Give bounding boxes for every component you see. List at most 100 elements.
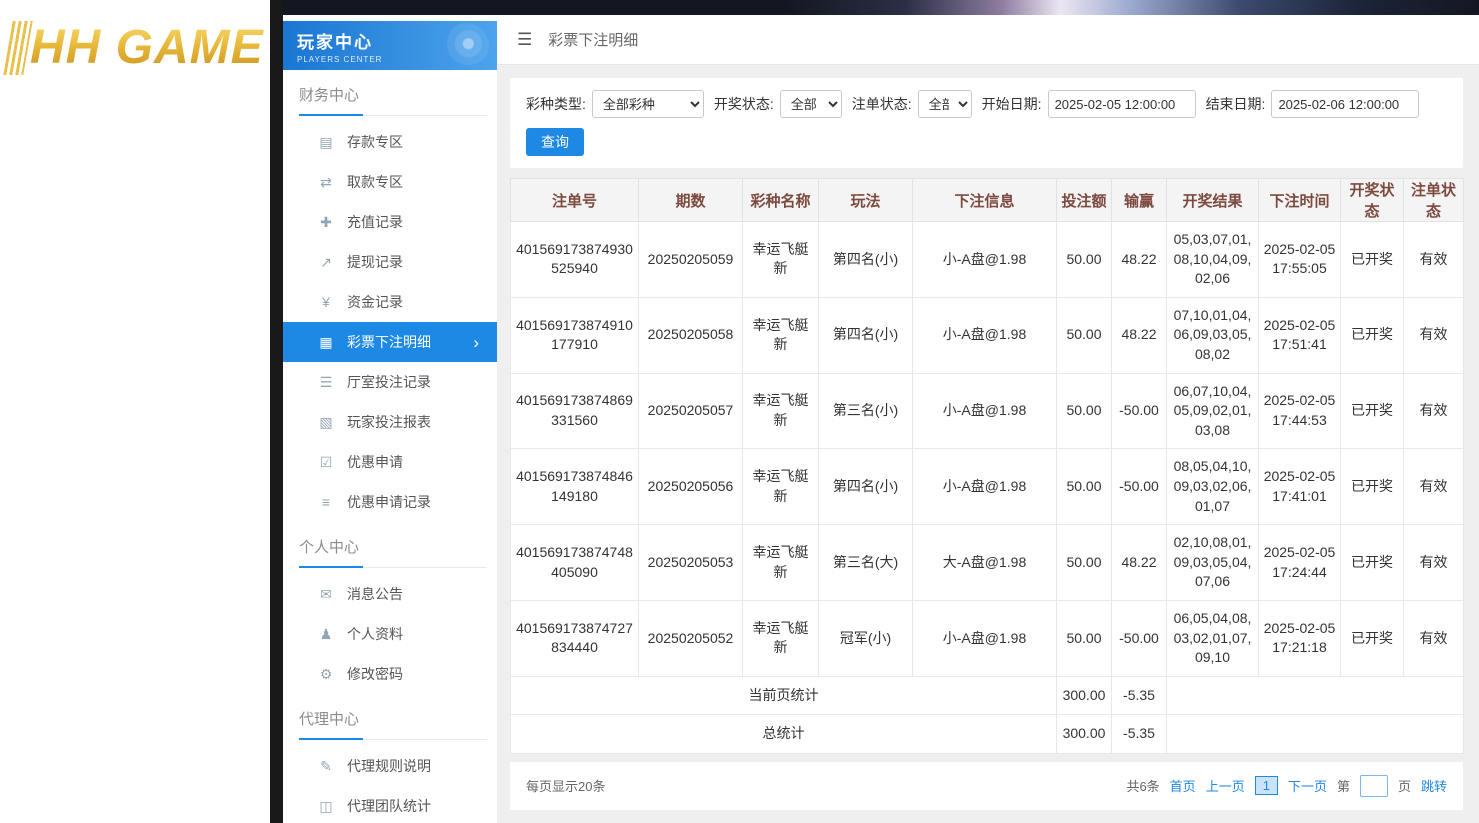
sidebar-item[interactable]: 提现记录: [283, 242, 497, 282]
sidebar-item[interactable]: 代理团队统计: [283, 786, 497, 823]
sidebar-section-personal: 个人中心 消息公告 个人资料: [283, 536, 497, 694]
cell-lottery-name: 幸运飞艇新: [743, 222, 819, 298]
bet-status-select[interactable]: 全部: [918, 90, 972, 118]
cell-bet-no: 401569173874748405090: [511, 525, 639, 601]
top-banner: [283, 0, 1479, 15]
sidebar-item[interactable]: 取款专区: [283, 162, 497, 202]
filter-panel: 彩种类型: 全部彩种 开奖状态: 全部 注单状态: 全部 开始日期: 结束日期:: [510, 78, 1463, 168]
column-header: 下注时间: [1259, 179, 1341, 222]
column-header: 注单状态: [1404, 179, 1464, 222]
bell-icon: [317, 586, 335, 603]
table-row: 401569173874846149180 20250205056 幸运飞艇新 …: [511, 449, 1464, 525]
cell-bet-no: 401569173874846149180: [511, 449, 639, 525]
start-date-label: 开始日期:: [982, 94, 1042, 114]
hamburger-menu-icon[interactable]: [517, 30, 532, 50]
cell-bet-time: 2025-02-05 17:51:41: [1259, 297, 1341, 373]
sidebar-item[interactable]: 存款专区: [283, 122, 497, 162]
sidebar: 玩家中心 PLAYERS CENTER 财务中心 存款专区 取款专区: [283, 15, 497, 823]
deposit-icon: [317, 134, 335, 151]
cell-bet-no: 401569173874910177910: [511, 297, 639, 373]
cell-bet-info: 小-A盘@1.98: [913, 600, 1057, 676]
total-count: 共6条: [1126, 776, 1159, 795]
sidebar-item[interactable]: 修改密码: [283, 654, 497, 694]
sidebar-item-label: 存款专区: [347, 132, 403, 152]
column-header: 下注信息: [913, 179, 1057, 222]
prev-page-link[interactable]: 上一页: [1206, 776, 1245, 795]
sidebar-menu: 存款专区 取款专区 充值记录: [283, 122, 497, 522]
table-row: 401569173874910177910 20250205058 幸运飞艇新 …: [511, 297, 1464, 373]
column-header: 注单号: [511, 179, 639, 222]
cell-bet-status: 有效: [1404, 222, 1464, 298]
cell-bet-status: 有效: [1404, 373, 1464, 449]
sidebar-section-label: 代理中心: [299, 708, 487, 740]
sidebar-item[interactable]: 代理规则说明: [283, 746, 497, 786]
cell-draw-status: 已开奖: [1341, 449, 1404, 525]
start-date-input[interactable]: [1048, 90, 1196, 118]
sidebar-item[interactable]: 优惠申请记录: [283, 482, 497, 522]
first-page-link[interactable]: 首页: [1170, 776, 1196, 795]
cell-draw-status: 已开奖: [1341, 600, 1404, 676]
cell-bet-info: 小-A盘@1.98: [913, 297, 1057, 373]
lottery-type-label: 彩种类型:: [526, 94, 586, 114]
logo-text: HH GAME: [30, 20, 264, 75]
cell-play-type: 第四名(小): [819, 222, 913, 298]
table-head: 注单号期数彩种名称玩法下注信息投注额输赢开奖结果下注时间开奖状态注单状态: [511, 179, 1464, 222]
table-row: 401569173874727834440 20250205052 幸运飞艇新 …: [511, 600, 1464, 676]
summary-bet-amount: 300.00: [1057, 715, 1112, 754]
page-background-strip: [270, 0, 283, 823]
jump-link[interactable]: 跳转: [1421, 776, 1447, 795]
cell-draw-status: 已开奖: [1341, 373, 1404, 449]
draw-status-select[interactable]: 全部: [780, 90, 842, 118]
report-icon: [317, 414, 335, 431]
sidebar-item[interactable]: 厅室投注记录: [283, 362, 497, 402]
sidebar-item[interactable]: 彩票下注明细: [283, 322, 497, 362]
lottery-type-select[interactable]: 全部彩种: [592, 90, 704, 118]
sidebar-item[interactable]: 充值记录: [283, 202, 497, 242]
logo-stripes-decoration: [3, 21, 33, 75]
table-row: 401569173874869331560 20250205057 幸运飞艇新 …: [511, 373, 1464, 449]
filter-actions: 查询: [526, 128, 1447, 156]
sidebar-item-label: 资金记录: [347, 292, 403, 312]
summary-row-current-page: 当前页统计 300.00 -5.35: [511, 676, 1464, 715]
cell-win-loss: 48.22: [1112, 297, 1167, 373]
end-date-input[interactable]: [1271, 90, 1419, 118]
sidebar-item[interactable]: 资金记录: [283, 282, 497, 322]
decorative-circles: [443, 23, 489, 69]
pagination-bar: 每页显示20条 共6条 首页 上一页 1 下一页 第 页 跳转: [510, 762, 1463, 810]
end-date-label: 结束日期:: [1206, 94, 1266, 114]
sidebar-item[interactable]: 玩家投注报表: [283, 402, 497, 442]
column-header: 期数: [639, 179, 743, 222]
cell-bet-amount: 50.00: [1057, 600, 1112, 676]
draw-status-label: 开奖状态:: [714, 94, 774, 114]
column-header: 投注额: [1057, 179, 1112, 222]
cell-bet-no: 401569173874727834440: [511, 600, 639, 676]
summary-bet-amount: 300.00: [1057, 676, 1112, 715]
cell-win-loss: -50.00: [1112, 449, 1167, 525]
table-header-row: 注单号期数彩种名称玩法下注信息投注额输赢开奖结果下注时间开奖状态注单状态: [511, 179, 1464, 222]
sidebar-item[interactable]: 优惠申请: [283, 442, 497, 482]
summary-win-loss: -5.35: [1112, 715, 1167, 754]
column-header: 玩法: [819, 179, 913, 222]
cell-period: 20250205059: [639, 222, 743, 298]
cell-lottery-name: 幸运飞艇新: [743, 525, 819, 601]
cell-draw-status: 已开奖: [1341, 222, 1404, 298]
withdraw-icon: [317, 174, 335, 191]
sidebar-item-label: 优惠申请记录: [347, 492, 431, 512]
summary-win-loss: -5.35: [1112, 676, 1167, 715]
current-page-indicator[interactable]: 1: [1255, 776, 1278, 795]
content: 彩种类型: 全部彩种 开奖状态: 全部 注单状态: 全部 开始日期: 结束日期:: [497, 65, 1479, 810]
search-button[interactable]: 查询: [526, 128, 584, 156]
page-jump-input[interactable]: [1360, 775, 1388, 797]
jump-suffix-label: 页: [1398, 776, 1411, 795]
sidebar-item[interactable]: 消息公告: [283, 574, 497, 614]
cell-play-type: 第三名(大): [819, 525, 913, 601]
page-title: 彩票下注明细: [548, 29, 638, 50]
summary-label: 总统计: [511, 715, 1057, 754]
next-page-link[interactable]: 下一页: [1288, 776, 1327, 795]
cell-win-loss: 48.22: [1112, 222, 1167, 298]
jump-prefix-label: 第: [1337, 776, 1350, 795]
gear-icon: [317, 666, 335, 683]
cell-win-loss: -50.00: [1112, 373, 1167, 449]
sidebar-item[interactable]: 个人资料: [283, 614, 497, 654]
pager: 共6条 首页 上一页 1 下一页 第 页 跳转: [1126, 775, 1447, 797]
